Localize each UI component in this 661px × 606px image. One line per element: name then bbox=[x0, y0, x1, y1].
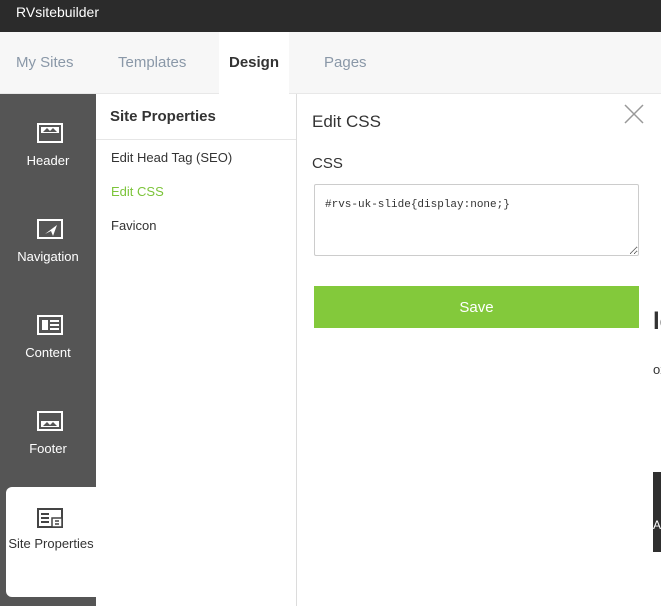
sidebar-item-footer[interactable]: Footer bbox=[0, 382, 96, 478]
sidebar-item-label: Site Properties bbox=[8, 536, 94, 551]
app-bar: RVsitebuilder bbox=[0, 0, 661, 32]
menu-item-favicon[interactable]: Favicon bbox=[111, 218, 157, 233]
background-page-peek: le ox A bbox=[653, 94, 661, 606]
top-tabs: My Sites Templates Design Pages bbox=[0, 32, 661, 94]
tab-pages[interactable]: Pages bbox=[324, 32, 367, 94]
sidebar-item-site-properties[interactable]: Site Properties bbox=[6, 487, 96, 597]
sidebar-item-label: Footer bbox=[29, 441, 67, 456]
sidebar-item-label: Header bbox=[26, 153, 70, 168]
css-textarea[interactable]: #rvs-uk-slide{display:none;} bbox=[314, 184, 639, 256]
app-title: RVsitebuilder bbox=[16, 4, 100, 20]
tab-design[interactable]: Design bbox=[219, 32, 290, 94]
sidebar-item-header[interactable]: Header bbox=[0, 94, 96, 190]
sidebar-item-label: Content bbox=[25, 345, 71, 360]
menu-item-edit-head-tag[interactable]: Edit Head Tag (SEO) bbox=[111, 150, 232, 165]
peek-heading-text: le bbox=[653, 308, 661, 335]
peek-body-text: ox bbox=[653, 362, 661, 377]
edit-panel-title: Edit CSS bbox=[312, 112, 381, 131]
panel-heading: Site Properties bbox=[110, 108, 216, 125]
peek-dark-text: A bbox=[653, 518, 661, 532]
navigation-icon bbox=[37, 219, 63, 239]
sidebar-item-label: Navigation bbox=[17, 249, 79, 264]
menu-item-edit-css[interactable]: Edit CSS bbox=[111, 184, 164, 199]
peek-dark-block: A bbox=[653, 472, 661, 552]
sidebar: Header Navigation Content Footer Site Pr… bbox=[0, 94, 96, 606]
tab-my-sites[interactable]: My Sites bbox=[16, 32, 74, 94]
tab-templates[interactable]: Templates bbox=[118, 32, 186, 94]
close-icon[interactable] bbox=[623, 103, 645, 125]
sidebar-item-content[interactable]: Content bbox=[0, 286, 96, 382]
edit-css-panel: Edit CSS CSS #rvs-uk-slide{display:none;… bbox=[297, 94, 653, 606]
site-properties-icon bbox=[37, 508, 63, 528]
panel-divider bbox=[96, 139, 296, 140]
save-button[interactable]: Save bbox=[314, 286, 639, 328]
content-icon bbox=[37, 315, 63, 335]
header-icon bbox=[37, 123, 63, 143]
footer-icon bbox=[37, 411, 63, 431]
sidebar-item-navigation[interactable]: Navigation bbox=[0, 190, 96, 286]
css-field-label: CSS bbox=[312, 155, 343, 172]
site-properties-panel: Site Properties Edit Head Tag (SEO) Edit… bbox=[96, 94, 297, 606]
